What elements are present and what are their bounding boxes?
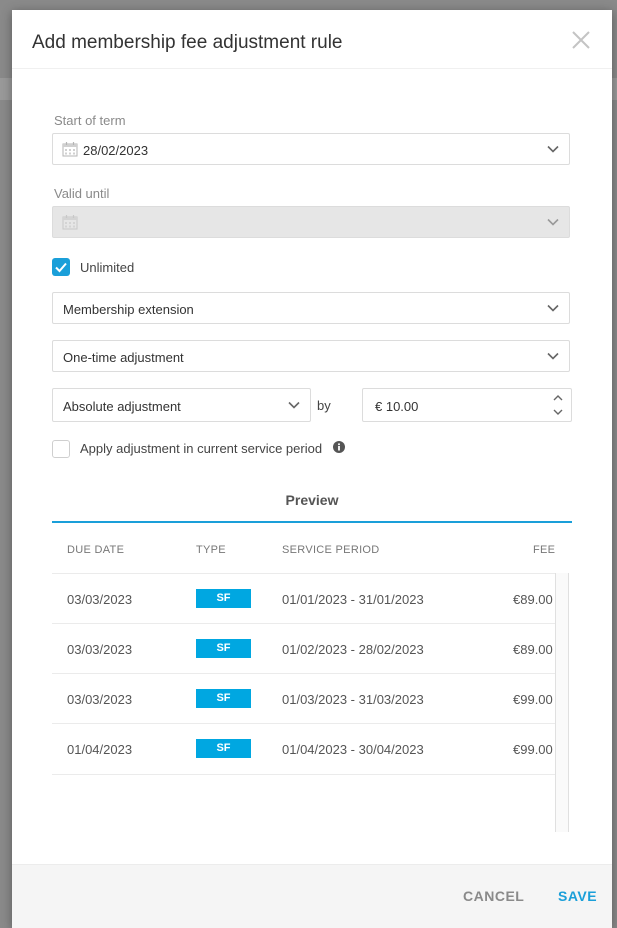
start-of-term-value: 28/02/2023 <box>83 143 149 158</box>
frequency-value: One-time adjustment <box>63 350 184 365</box>
fee-cell: €99.00 <box>513 692 553 707</box>
by-label: by <box>317 398 331 413</box>
service-period-cell: 01/02/2023 - 28/02/2023 <box>282 642 424 657</box>
table-row: 03/03/2023 SF 01/03/2023 - 31/03/2023 €9… <box>52 673 555 724</box>
chevron-down-icon <box>288 401 300 409</box>
amount-value: € 10.00 <box>375 399 419 414</box>
fee-cell: €89.00 <box>513 592 553 607</box>
column-header-type: TYPE <box>196 544 226 556</box>
apply-current-period-label: Apply adjustment in current service peri… <box>80 441 323 456</box>
adjustment-type-value: Absolute adjustment <box>63 399 181 414</box>
dialog-title: Add membership fee adjustment rule <box>32 32 343 53</box>
start-of-term-datepicker[interactable]: 28/02/2023 <box>52 133 570 165</box>
dialog-header: Add membership fee adjustment rule <box>12 10 612 69</box>
frequency-select[interactable]: One-time adjustment <box>52 340 570 372</box>
chevron-down-icon <box>547 145 559 153</box>
close-icon[interactable] <box>570 29 592 51</box>
chevron-down-icon <box>547 304 559 312</box>
amount-stepper[interactable]: € 10.00 <box>362 388 572 422</box>
apply-current-period-checkbox[interactable] <box>52 440 70 458</box>
type-badge: SF <box>196 689 251 708</box>
column-header-service-period: SERVICE PERIOD <box>282 544 380 556</box>
due-date-cell: 01/04/2023 <box>67 742 133 757</box>
cancel-button[interactable]: CANCEL <box>463 888 524 904</box>
table-row: 03/03/2023 SF 01/01/2023 - 31/01/2023 €8… <box>52 573 555 624</box>
dialog-footer: CANCEL SAVE <box>12 864 612 928</box>
category-value: Membership extension <box>63 302 194 317</box>
preview-divider <box>52 521 572 523</box>
service-period-cell: 01/04/2023 - 30/04/2023 <box>282 742 424 757</box>
valid-until-datepicker <box>52 206 570 238</box>
fee-cell: €99.00 <box>513 742 553 757</box>
type-badge: SF <box>196 589 251 608</box>
type-badge: SF <box>196 639 251 658</box>
due-date-cell: 03/03/2023 <box>67 692 133 707</box>
unlimited-checkbox[interactable] <box>52 258 70 276</box>
chevron-down-icon <box>547 352 559 360</box>
checkmark-icon <box>55 262 67 273</box>
calendar-icon <box>62 215 78 230</box>
valid-until-label: Valid until <box>54 186 110 201</box>
start-of-term-label: Start of term <box>54 113 126 128</box>
info-icon[interactable] <box>333 441 345 453</box>
table-row: 03/03/2023 SF 01/02/2023 - 28/02/2023 €8… <box>52 623 555 674</box>
column-header-due-date: DUE DATE <box>67 544 125 556</box>
adjustment-type-select[interactable]: Absolute adjustment <box>52 388 311 422</box>
preview-title: Preview <box>285 492 339 508</box>
unlimited-label: Unlimited <box>80 260 135 275</box>
fee-cell: €89.00 <box>513 642 553 657</box>
due-date-cell: 03/03/2023 <box>67 592 133 607</box>
service-period-cell: 01/01/2023 - 31/01/2023 <box>282 592 424 607</box>
category-select[interactable]: Membership extension <box>52 292 570 324</box>
service-period-cell: 01/03/2023 - 31/03/2023 <box>282 692 424 707</box>
table-scrollbar[interactable] <box>555 573 569 832</box>
table-row: 01/04/2023 SF 01/04/2023 - 30/04/2023 €9… <box>52 723 555 775</box>
column-header-fee: FEE <box>533 544 556 556</box>
chevron-down-icon <box>547 218 559 226</box>
adjustment-rule-dialog: Add membership fee adjustment rule Start… <box>12 10 612 928</box>
save-button[interactable]: SAVE <box>558 888 597 904</box>
due-date-cell: 03/03/2023 <box>67 642 133 657</box>
calendar-icon <box>62 142 78 157</box>
stepper-arrows-icon[interactable] <box>553 393 563 417</box>
type-badge: SF <box>196 739 251 758</box>
